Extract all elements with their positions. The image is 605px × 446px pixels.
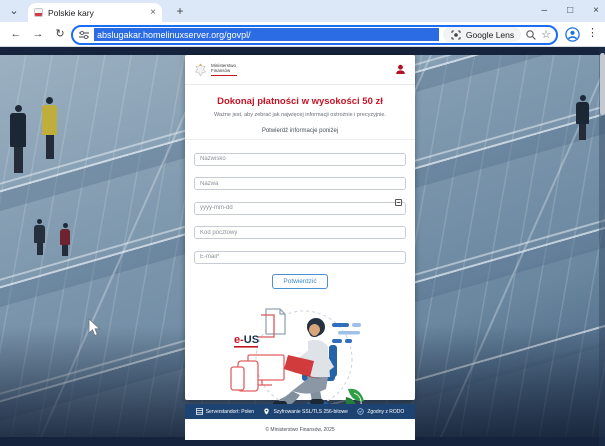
window-maximize-icon[interactable]: □ — [567, 6, 573, 16]
back-icon[interactable]: ← — [8, 26, 24, 42]
person-silhouette — [576, 95, 589, 140]
address-bar[interactable]: abslugakar.homelinuxserver.org/govpl/ Go… — [71, 25, 558, 45]
tab-title: Polskie kary — [48, 8, 145, 18]
server-location-item: Serverstandort: Polen — [196, 408, 254, 415]
bookmark-star-icon[interactable]: ☆ — [541, 29, 551, 41]
person-silhouette — [10, 105, 26, 173]
person-silhouette — [60, 223, 70, 256]
calendar-icon[interactable] — [395, 199, 402, 206]
brand-line2: Finansów — [211, 68, 237, 74]
copyright-strip: © Ministerstwo Finansów, 2025 — [185, 419, 415, 440]
e-us-label: e-US — [234, 334, 259, 346]
email-field[interactable] — [194, 251, 406, 264]
ministry-brand: Ministerstwo Finansów — [194, 63, 237, 77]
browser-tab[interactable]: Polskie kary × — [28, 3, 162, 22]
copyright-text: © Ministerstwo Finansów, 2025 — [265, 427, 334, 433]
google-lens-icon — [450, 29, 462, 41]
payment-form: Potwierdzić — [185, 140, 415, 289]
birthdate-field[interactable] — [194, 202, 406, 215]
page-top-band — [0, 47, 605, 55]
shield-check-icon — [357, 408, 364, 415]
scrollbar — [599, 47, 605, 446]
tab-favicon-polish-flag-icon — [34, 8, 43, 17]
browser-toolbar: ← → ↻ abslugakar.homelinuxserver.org/gov… — [0, 22, 605, 47]
server-icon — [196, 408, 203, 415]
location-pin-icon — [263, 408, 270, 415]
person-silhouette — [42, 97, 57, 159]
url-text-selected[interactable]: abslugakar.homelinuxserver.org/govpl/ — [94, 28, 439, 41]
google-lens-button[interactable]: Google Lens — [443, 27, 521, 42]
scrollbar-thumb[interactable] — [600, 53, 605, 115]
user-account-icon[interactable] — [395, 64, 406, 75]
card-header: Ministerstwo Finansów — [185, 55, 415, 85]
tab-search-chevron-icon[interactable]: ⌄ — [6, 3, 22, 19]
gdpr-item: Zgodny z RODO — [357, 408, 404, 415]
window-minimize-icon[interactable]: – — [542, 6, 548, 16]
encryption-item: Szyfrowanie SSL/TLS 256-bitowe — [263, 408, 347, 415]
server-location-label: Serverstandort: Polen — [206, 409, 254, 415]
browser-window: ⌄ Polskie kary × + – □ × ← → ↻ abslugaka… — [0, 0, 605, 446]
name-field[interactable] — [194, 177, 406, 190]
document-icon — [258, 309, 285, 337]
postal-code-field[interactable] — [194, 226, 406, 239]
forward-icon[interactable]: → — [30, 26, 46, 42]
reload-icon[interactable]: ↻ — [52, 26, 68, 42]
tab-close-icon[interactable]: × — [150, 8, 156, 18]
person-silhouette — [34, 219, 45, 255]
chat-lines-icon — [332, 323, 361, 343]
coat-of-arms-eagle-icon — [194, 63, 207, 77]
confirm-button[interactable]: Potwierdzić — [272, 274, 327, 289]
trust-footer: Serverstandort: Polen Szyfrowanie SSL/TL… — [185, 404, 415, 419]
mouse-cursor — [88, 318, 101, 337]
encryption-label: Szyfrowanie SSL/TLS 256-bitowe — [273, 409, 347, 415]
brand-underline — [211, 75, 237, 77]
payment-subtitle: Ważne jest, aby zebrać jak najwięcej inf… — [185, 112, 415, 118]
gdpr-label: Zgodny z RODO — [367, 409, 404, 415]
search-icon[interactable] — [525, 29, 537, 41]
window-close-icon[interactable]: × — [593, 6, 599, 16]
tab-strip: ⌄ Polskie kary × + – □ × — [0, 0, 605, 22]
form-heading: Potwierdź informacje poniżej — [185, 128, 415, 140]
surname-field[interactable] — [194, 153, 406, 166]
google-lens-label: Google Lens — [466, 30, 514, 40]
payment-title: Dokonaj płatności w wysokości 50 zł — [185, 96, 415, 107]
payment-card: Ministerstwo Finansów Dokonaj płatności … — [185, 55, 415, 400]
profile-avatar-icon[interactable] — [565, 27, 580, 42]
devices-icon — [231, 355, 284, 391]
tune-icon[interactable] — [78, 30, 90, 40]
browser-menu-icon[interactable]: ⋮ — [587, 26, 598, 39]
new-tab-button[interactable]: + — [172, 4, 188, 20]
